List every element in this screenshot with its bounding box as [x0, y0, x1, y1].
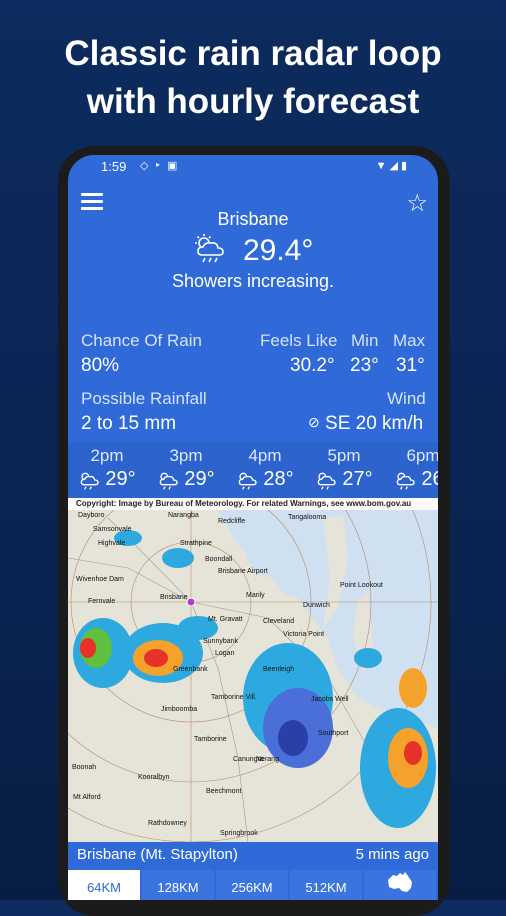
place-label: Boonah — [72, 764, 97, 771]
place-label: Mt. Gravatt — [208, 616, 243, 623]
feels-like-value: 30.2° — [290, 355, 335, 376]
promo-headline: Classic rain radar loop with hourly fore… — [0, 30, 506, 126]
app-screen: 1:59 ◇‣▣ ▼◢▮ ☆ Brisbane 29.4° Showers in… — [68, 155, 438, 900]
place-label: Tamborine Vill. — [211, 694, 257, 701]
min-label: Min — [351, 331, 379, 350]
hour-time: 6pm — [406, 446, 438, 465]
place-label: Springbrook — [220, 830, 258, 837]
place-label: Beechmont — [206, 788, 242, 795]
hour-time: 4pm — [248, 446, 282, 465]
hour-temp: 29° — [184, 468, 215, 490]
hour-time: 3pm — [169, 446, 203, 465]
place-label: Dayboro — [78, 512, 105, 519]
place-label: Rathdowney — [148, 820, 187, 827]
radar-map-graphic — [68, 498, 438, 842]
city-name: Brisbane — [217, 209, 289, 229]
hour-item: 5pm 27° — [309, 442, 379, 491]
showers-partly-sunny-icon — [397, 472, 416, 490]
chance-of-rain-label: Chance Of Rain — [81, 331, 202, 350]
forecast-description: Showers increasing. — [171, 271, 335, 291]
status-bar: 1:59 ◇‣▣ ▼◢▮ — [68, 155, 438, 179]
hour-item: 2pm 29° — [72, 442, 142, 491]
place-label: Point Lookout — [340, 582, 383, 589]
hour-item: 4pm 28° — [230, 442, 300, 491]
temperature-value: 29.4° — [242, 233, 314, 267]
chance-of-rain-value: 80% — [81, 355, 120, 376]
australia-map-icon[interactable] — [364, 870, 436, 900]
wind-direction-icon: ⊘ — [308, 414, 320, 430]
min-value: 23° — [350, 355, 379, 376]
place-label: Logan — [215, 650, 235, 657]
showers-partly-sunny-icon — [318, 472, 337, 490]
hour-item: 6pm 26° — [388, 442, 438, 491]
place-label: Highvale — [98, 540, 126, 547]
place-label: Tamborine — [194, 736, 227, 743]
wind-value: SE 20 km/h — [325, 413, 424, 434]
hour-temp: 28° — [263, 468, 294, 490]
place-label: Victoria Point — [283, 631, 325, 638]
radar-copyright: Copyright: Image by Bureau of Meteorolog… — [68, 498, 438, 510]
max-label: Max — [393, 331, 426, 350]
showers-partly-sunny-icon — [193, 233, 229, 271]
possible-rainfall-value: 2 to 15 mm — [81, 413, 177, 434]
place-label: Dunwich — [303, 602, 330, 609]
hour-time: 5pm — [327, 446, 361, 465]
place-label: Wivenhoe Dam — [76, 576, 124, 583]
max-value: 31° — [396, 355, 425, 376]
hour-temp: 26° — [421, 468, 438, 490]
place-label: Brisbane Airport — [218, 568, 268, 575]
hour-time: 2pm — [90, 446, 124, 465]
radar-station-name: Brisbane (Mt. Stapylton) — [77, 846, 238, 863]
hour-temp: 29° — [105, 468, 136, 490]
range-tab-64km[interactable]: 64KM — [68, 870, 140, 900]
hour-temp: 27° — [342, 468, 373, 490]
status-time: 1:59 — [101, 159, 127, 174]
possible-rainfall-label: Possible Rainfall — [81, 389, 207, 408]
place-label: Beenleigh — [263, 666, 295, 673]
showers-partly-sunny-icon — [81, 472, 100, 490]
place-label: Brisbane — [160, 594, 188, 601]
radar-range-tabs: 64KM 128KM 256KM 512KM — [68, 868, 438, 900]
promo-line-1: Classic rain radar loop — [64, 34, 442, 73]
place-label: Southport — [318, 730, 349, 737]
place-label: Redcliffe — [218, 518, 246, 525]
promo-line-2: with hourly forecast — [86, 82, 420, 121]
range-tab-256km[interactable]: 256KM — [216, 870, 288, 900]
place-label: Manly — [246, 592, 265, 599]
place-label: Sunnybank — [203, 638, 239, 645]
wind-label: Wind — [387, 389, 426, 408]
hourly-forecast-strip[interactable]: 2pm 29° 3pm 29° 4pm 28° 5pm 27° 6pm 26° — [68, 442, 438, 498]
current-temperature-row: 29.4° — [68, 233, 438, 271]
place-label: Kooralbyn — [138, 774, 170, 781]
place-label: Fernvale — [88, 598, 116, 605]
place-label: Greenbank — [173, 666, 208, 673]
place-label: Boondall — [205, 556, 233, 563]
place-label: Cleveland — [263, 618, 295, 625]
system-icons: ▼◢▮ — [375, 160, 410, 172]
radar-map[interactable]: Copyright: Image by Bureau of Meteorolog… — [68, 498, 438, 842]
hour-item: 3pm 29° — [151, 442, 221, 491]
showers-partly-sunny-icon — [160, 472, 179, 490]
place-label: Tangalooma — [288, 514, 327, 521]
place-label: Samsonvale — [93, 526, 132, 533]
notification-icons: ◇‣▣ — [140, 160, 184, 172]
place-label: Narangba — [168, 512, 199, 519]
place-label: Jacobs Well — [311, 696, 349, 703]
place-label: Strathpine — [180, 540, 212, 547]
range-tab-128km[interactable]: 128KM — [142, 870, 214, 900]
range-tab-512km[interactable]: 512KM — [290, 870, 362, 900]
radar-updated-time: 5 mins ago — [355, 846, 429, 863]
showers-partly-sunny-icon — [239, 472, 258, 490]
place-label: Jimboomba — [161, 706, 198, 713]
radar-info-bar: Brisbane (Mt. Stapylton) 5 mins ago — [68, 842, 438, 868]
feels-like-label: Feels Like — [260, 331, 338, 350]
place-label: Mt Alford — [73, 794, 101, 801]
wind-row: ⊘ SE 20 km/h — [308, 413, 423, 435]
place-label: Nerang — [256, 756, 279, 763]
